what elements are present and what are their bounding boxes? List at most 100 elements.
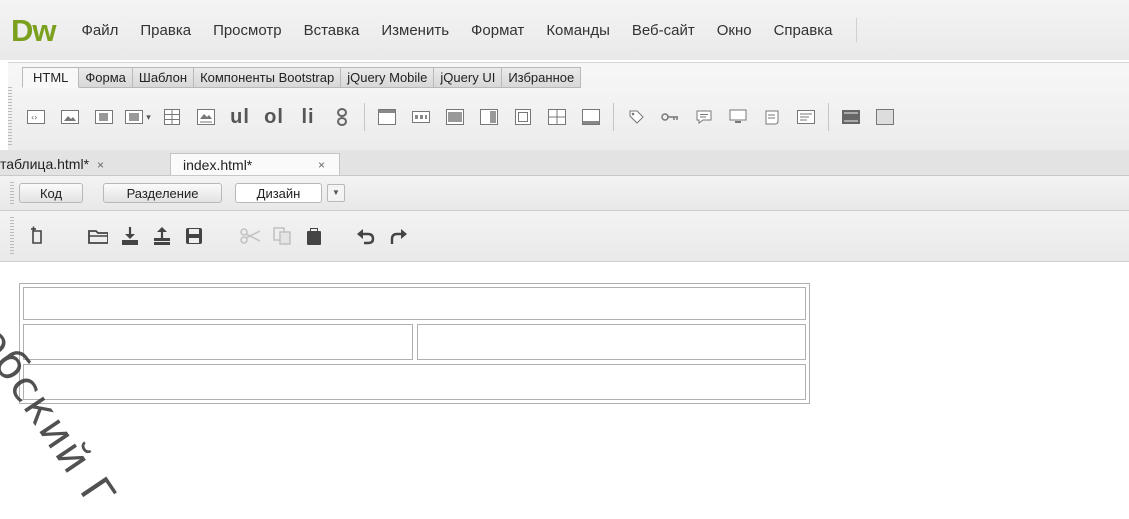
close-icon[interactable]: × xyxy=(318,154,325,176)
insert-panel: HTML Форма Шаблон Компоненты Bootstrap j… xyxy=(8,62,1129,151)
toolbar-divider xyxy=(828,103,829,131)
insert-aside-button[interactable] xyxy=(475,104,503,130)
app-logo: Dw xyxy=(11,12,56,48)
key-icon xyxy=(661,113,678,121)
figure-icon xyxy=(197,109,215,125)
tab-bootstrap-components[interactable]: Компоненты Bootstrap xyxy=(194,67,342,88)
standard-icon-row xyxy=(28,226,420,246)
insert-table-button[interactable] xyxy=(158,104,186,130)
standard-toolbar xyxy=(0,211,1129,262)
view-mode-dropdown[interactable]: ▼ xyxy=(327,184,345,202)
insert-panel-tabs: HTML Форма Шаблон Компоненты Bootstrap j… xyxy=(22,67,582,88)
insert-email-button[interactable] xyxy=(792,104,820,130)
layout-table[interactable] xyxy=(19,283,810,404)
li-label: li xyxy=(301,105,315,128)
close-icon[interactable]: × xyxy=(97,158,104,172)
doc-tab-index[interactable]: index.html* × xyxy=(170,153,340,175)
insert-nav-button[interactable] xyxy=(407,104,435,130)
download-icon[interactable] xyxy=(120,226,140,246)
insert-canvas-button[interactable] xyxy=(871,104,899,130)
table-cell-row2-left[interactable] xyxy=(23,324,413,360)
design-canvas[interactable] xyxy=(0,262,1129,428)
menu-view[interactable]: Просмотр xyxy=(213,22,282,39)
copy-icon[interactable] xyxy=(272,226,292,246)
email-icon xyxy=(797,110,815,124)
toolbar-grip[interactable] xyxy=(10,217,14,255)
ul-label: ul xyxy=(230,105,250,128)
footer-icon xyxy=(582,109,600,125)
menu-file[interactable]: Файл xyxy=(82,22,119,39)
insert-article-button[interactable] xyxy=(509,104,537,130)
toolbar-divider xyxy=(364,103,365,131)
new-document-icon[interactable] xyxy=(28,226,48,246)
article-icon xyxy=(515,109,531,125)
insert-figure-button[interactable] xyxy=(192,104,220,130)
speech-bubble-icon xyxy=(696,110,712,124)
insert-div-button[interactable]: ‹› xyxy=(22,104,50,130)
ol-label: ol xyxy=(264,105,284,128)
insert-footer-button[interactable] xyxy=(577,104,605,130)
insert-paragraph-button[interactable] xyxy=(90,104,118,130)
doc-tab-tablitsa[interactable]: таблица.html* × xyxy=(0,153,110,175)
panel-grip[interactable] xyxy=(8,87,12,147)
menu-modify[interactable]: Изменить xyxy=(381,22,449,39)
paste-icon[interactable] xyxy=(304,226,324,246)
insert-keywords-button[interactable] xyxy=(656,104,684,130)
undo-glyph xyxy=(357,229,375,245)
table-cell-row2-right[interactable] xyxy=(417,324,806,360)
menu-format[interactable]: Формат xyxy=(471,22,524,39)
tag-icon xyxy=(629,110,644,124)
menu-divider xyxy=(856,18,858,42)
insert-header-button[interactable] xyxy=(373,104,401,130)
tab-form[interactable]: Форма xyxy=(79,67,133,88)
insert-section-button[interactable] xyxy=(543,104,571,130)
table-cell-row1[interactable] xyxy=(23,287,806,320)
insert-description-button[interactable] xyxy=(690,104,718,130)
menu-site[interactable]: Веб-сайт xyxy=(632,22,695,39)
split-view-button[interactable]: Разделение xyxy=(103,183,222,203)
toolbar-grip[interactable] xyxy=(10,182,14,204)
insert-meta-button[interactable] xyxy=(622,104,650,130)
insert-li-button[interactable]: li xyxy=(294,104,322,130)
menu-help[interactable]: Справка xyxy=(774,22,833,39)
insert-main-button[interactable] xyxy=(441,104,469,130)
tab-favorites[interactable]: Избранное xyxy=(502,67,582,88)
menu-bar: Dw Файл Правка Просмотр Вставка Изменить… xyxy=(0,0,1129,60)
tab-html[interactable]: HTML xyxy=(22,67,80,88)
tab-jquery-mobile[interactable]: jQuery Mobile xyxy=(341,67,435,88)
tab-jquery-ui[interactable]: jQuery UI xyxy=(434,67,503,88)
clipboard-glyph xyxy=(307,228,321,245)
design-view-button[interactable]: Дизайн xyxy=(235,183,322,203)
upload-icon[interactable] xyxy=(152,226,172,246)
insert-ol-button[interactable]: ol xyxy=(260,104,288,130)
insert-hyperlink-button[interactable] xyxy=(328,104,356,130)
insert-image-button[interactable] xyxy=(56,104,84,130)
open-folder-icon[interactable] xyxy=(88,226,108,246)
tab-template[interactable]: Шаблон xyxy=(132,67,195,88)
paragraph-icon xyxy=(95,110,113,124)
insert-script-button[interactable] xyxy=(758,104,786,130)
undo-icon[interactable] xyxy=(356,226,376,246)
insert-heading-button[interactable]: ▾ xyxy=(124,104,152,130)
menu-edit[interactable]: Правка xyxy=(140,22,191,39)
insert-video-button[interactable] xyxy=(837,104,865,130)
insert-ul-button[interactable]: ul xyxy=(226,104,254,130)
header-icon xyxy=(378,109,396,125)
cut-icon[interactable] xyxy=(240,226,260,246)
section-icon xyxy=(548,109,566,125)
save-icon[interactable] xyxy=(184,226,204,246)
table-cell-row3[interactable] xyxy=(23,364,806,400)
doc-tab-label: index.html* xyxy=(183,157,253,173)
menu-insert[interactable]: Вставка xyxy=(304,22,360,39)
code-view-button[interactable]: Код xyxy=(19,183,83,203)
menu-window[interactable]: Окно xyxy=(717,22,752,39)
insert-icon-row: ‹› ▾ ul ol li xyxy=(22,103,905,131)
toolbar-divider xyxy=(613,103,614,131)
redo-icon[interactable] xyxy=(388,226,408,246)
new-document-glyph xyxy=(31,226,42,244)
chevron-down-icon[interactable]: ▾ xyxy=(146,112,151,123)
document-tabs-bar: таблица.html* × index.html* × xyxy=(0,150,1129,176)
menu-commands[interactable]: Команды xyxy=(546,22,610,39)
insert-viewport-button[interactable] xyxy=(724,104,752,130)
scissors-glyph xyxy=(240,228,260,244)
